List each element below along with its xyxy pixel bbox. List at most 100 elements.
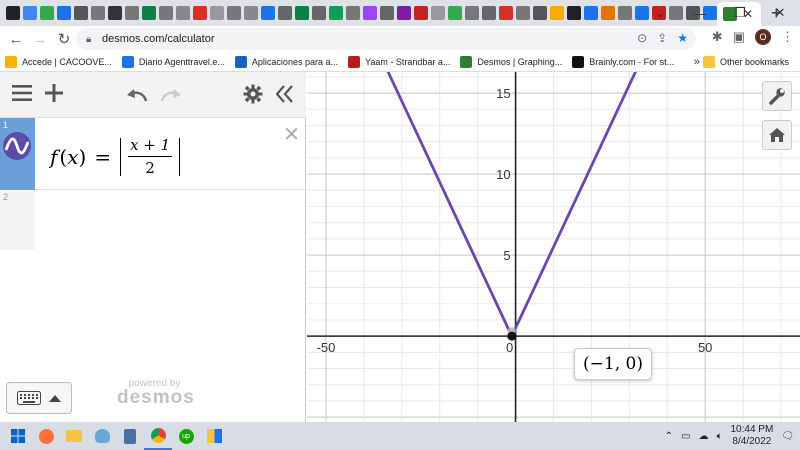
tab-favicon[interactable]	[125, 6, 139, 20]
bookmark-item[interactable]: Brainly.com - For st...	[567, 55, 679, 68]
tab-favicon[interactable]	[346, 6, 360, 20]
bookmark-item[interactable]: Yaam - Strandbar a...	[343, 55, 455, 68]
tab-strip: ✕ + ⌄ — ❐ ✕	[0, 0, 800, 26]
bookmark-item[interactable]: Aplicaciones para a...	[230, 55, 343, 68]
upwork-icon[interactable]: up	[172, 422, 200, 450]
tab-favicon[interactable]	[312, 6, 326, 20]
point-coordinate-label[interactable]: (−1, 0)	[574, 348, 652, 380]
tab-favicon[interactable]	[23, 6, 37, 20]
graph-settings-button[interactable]	[762, 81, 792, 111]
add-item-icon[interactable]	[44, 83, 64, 107]
tab-favicon[interactable]	[516, 6, 530, 20]
undo-icon[interactable]	[126, 85, 148, 107]
tab-favicon[interactable]	[193, 6, 207, 20]
tab-favicon[interactable]	[261, 6, 275, 20]
curve-color-icon[interactable]	[3, 132, 31, 160]
firefox-icon[interactable]	[32, 422, 60, 450]
tab-favicon[interactable]	[363, 6, 377, 20]
forward-button[interactable]: →	[28, 31, 52, 48]
tab-favicon[interactable]	[482, 6, 496, 20]
file-explorer-icon[interactable]	[60, 422, 88, 450]
desmos-branding[interactable]: powered by desmos	[117, 378, 194, 409]
close-window-button[interactable]: ✕	[760, 0, 800, 26]
calculator-icon[interactable]	[116, 422, 144, 450]
tab-favicon[interactable]	[397, 6, 411, 20]
maximize-button[interactable]: ❐	[720, 0, 760, 26]
tab-favicon[interactable]	[431, 6, 445, 20]
reload-button[interactable]: ↻	[52, 30, 76, 48]
graph-paper[interactable]: -50 0 50 5 10 15 (−1, 0)	[307, 55, 800, 422]
collapse-panel-icon[interactable]	[275, 84, 294, 108]
tab-favicon[interactable]	[74, 6, 88, 20]
tab-favicon[interactable]	[40, 6, 54, 20]
bookmark-item[interactable]: Diario Agenttravel.e...	[117, 55, 230, 68]
expression-row-2[interactable]: 2	[0, 190, 306, 250]
browser-toolbar: ← → ↻ 🔒︎ desmos.com/calculator ⊙ ⇪ ★ ✱ ▣…	[0, 26, 800, 52]
tab-favicon[interactable]	[295, 6, 309, 20]
bookmark-item[interactable]: Desmos | Graphing...	[455, 55, 567, 68]
graph-canvas[interactable]: -50 0 50 5 10 15	[307, 55, 800, 422]
tab-favicon[interactable]	[159, 6, 173, 20]
back-button[interactable]: ←	[4, 31, 28, 48]
tab-favicon[interactable]	[499, 6, 513, 20]
sidepanel-icon[interactable]: ▣	[733, 29, 745, 45]
bookmark-star-icon[interactable]: ★	[677, 31, 688, 45]
tab-favicon[interactable]	[329, 6, 343, 20]
display-icon[interactable]: ▭	[681, 431, 690, 442]
delete-expression-icon[interactable]: ✕	[283, 122, 300, 147]
other-bookmarks-folder[interactable]: Other bookmarks	[698, 55, 794, 68]
chrome-icon[interactable]	[144, 422, 172, 450]
tab-favicon[interactable]	[227, 6, 241, 20]
paint-icon[interactable]	[88, 422, 116, 450]
tab-favicon[interactable]	[618, 6, 632, 20]
notifications-icon[interactable]: 🗨︎	[781, 431, 794, 442]
tab-favicon[interactable]	[244, 6, 258, 20]
tab-favicon[interactable]	[91, 6, 105, 20]
tab-favicon[interactable]	[601, 6, 615, 20]
profile-avatar[interactable]: O	[755, 29, 771, 45]
tab-favicon[interactable]	[176, 6, 190, 20]
tab-favicon[interactable]	[584, 6, 598, 20]
share-icon[interactable]: ⇪	[657, 31, 667, 45]
tab-search-icon[interactable]: ⌄	[640, 0, 680, 26]
volume-icon[interactable]: 🔈︎	[716, 431, 722, 442]
tab-favicon[interactable]	[57, 6, 71, 20]
menu-icon[interactable]	[12, 84, 32, 106]
tab-favicon[interactable]	[465, 6, 479, 20]
windows-start-icon[interactable]	[4, 422, 32, 450]
vertex-point	[507, 331, 517, 341]
settings-gear-icon[interactable]	[243, 84, 263, 108]
tab-favicon[interactable]	[380, 6, 394, 20]
bookmark-item[interactable]: Accede | CACOOVE...	[0, 55, 117, 68]
chrome-menu-icon[interactable]: ⋮	[781, 29, 794, 45]
tab-favicon[interactable]	[448, 6, 462, 20]
tab-favicon[interactable]	[533, 6, 547, 20]
function-variable: x	[67, 144, 79, 169]
expression-row-1[interactable]: 1 f (x) = x + 1 2 ✕	[0, 118, 306, 190]
tab-favicon[interactable]	[6, 6, 20, 20]
app-icon[interactable]	[200, 422, 228, 450]
tab-favicon[interactable]	[108, 6, 122, 20]
tab-favicon[interactable]	[210, 6, 224, 20]
clock[interactable]: 10:44 PM 8/4/2022	[730, 424, 773, 448]
keypad-toggle-button[interactable]	[6, 382, 72, 414]
bookmark-label: Yaam - Strandbar a...	[364, 56, 451, 67]
clock-date: 8/4/2022	[732, 436, 772, 447]
tray-chevron-icon[interactable]: ⌃	[665, 431, 673, 442]
default-viewport-button[interactable]	[762, 120, 792, 150]
tab-favicon[interactable]	[142, 6, 156, 20]
tab-favicon[interactable]	[278, 6, 292, 20]
expression-formula[interactable]: f (x) = x + 1 2	[50, 136, 181, 177]
folder-icon	[702, 55, 715, 68]
minimize-button[interactable]: —	[680, 0, 720, 26]
tab-favicon[interactable]	[414, 6, 428, 20]
google-lens-icon[interactable]: ⊙	[637, 31, 647, 45]
extensions-icon[interactable]: ✱	[712, 29, 723, 45]
network-icon[interactable]: ☁	[698, 431, 708, 442]
tab-favicon[interactable]	[550, 6, 564, 20]
abs-bar-left	[120, 137, 122, 176]
address-bar[interactable]: 🔒︎ desmos.com/calculator ⊙ ⇪ ★	[76, 28, 696, 50]
expression-tab[interactable]: 1	[0, 118, 35, 190]
redo-icon[interactable]	[160, 85, 182, 107]
tab-favicon[interactable]	[567, 6, 581, 20]
